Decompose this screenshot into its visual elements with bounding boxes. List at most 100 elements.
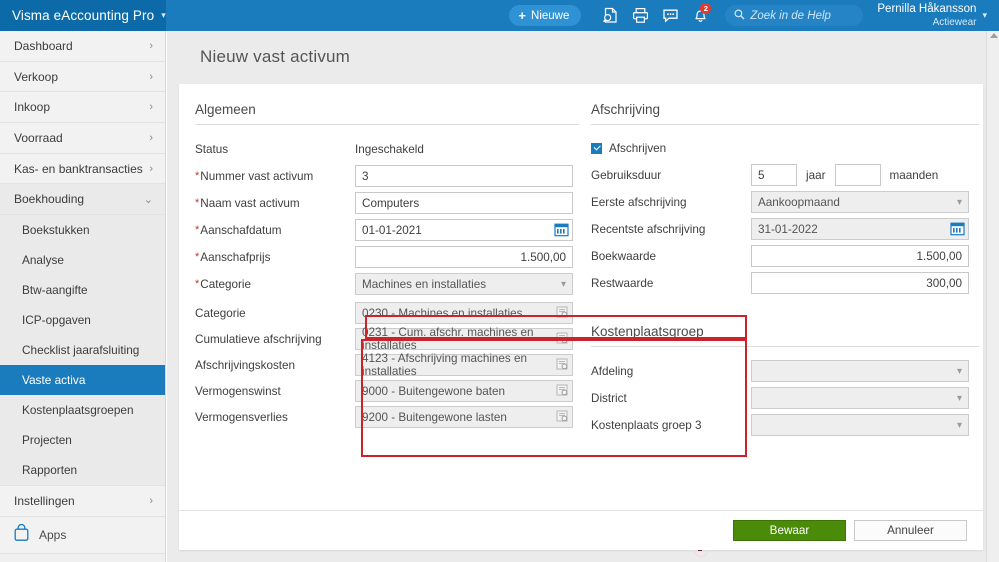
sidebar-item-voorraad[interactable]: Voorraad › (0, 123, 165, 154)
app-root: Visma eAccounting Pro ▾ + Nieuwe 2 Zoek … (0, 0, 999, 562)
account-label: Vermogenswinst (195, 384, 281, 398)
sidebar-item-label: Kas- en banktransacties (14, 161, 143, 176)
chevron-right-icon: › (149, 131, 153, 144)
plus-icon: + (518, 8, 527, 23)
account-label: Categorie (195, 306, 246, 320)
bookvalue-input[interactable]: 1.500,00 (751, 245, 969, 267)
chevron-down-icon[interactable]: ▾ (161, 10, 166, 21)
lifetime-months-unit: maanden (889, 168, 939, 182)
brand-label: Visma eAccounting Pro (12, 8, 155, 23)
sidebar-item-projecten[interactable]: Projecten (0, 425, 165, 456)
number-label: * Nummer vast activum (195, 170, 355, 183)
lifetime-years-input[interactable]: 5 (751, 164, 797, 186)
depreciate-checkbox[interactable] (591, 142, 602, 154)
scroll-up-arrow-icon[interactable] (990, 33, 998, 38)
sidebar-item-label: Voorraad (14, 130, 63, 145)
sidebar-item-label: ICP-opgaven (22, 313, 91, 328)
chevron-down-icon: ▾ (956, 419, 962, 431)
residual-input[interactable]: 300,00 (751, 272, 969, 294)
apps-bag-icon (13, 524, 30, 545)
sidebar-item-label: Boekstukken (22, 223, 90, 238)
new-button[interactable]: + Nieuwe (509, 5, 582, 26)
page-scrollbar[interactable] (986, 31, 999, 562)
help-search-placeholder: Zoek in de Help (750, 9, 831, 22)
chevron-right-icon: › (149, 494, 153, 507)
sidebar-item-inkoop[interactable]: Inkoop › (0, 92, 165, 124)
content-area: Nieuw vast activum Algemeen Status Inges… (167, 31, 999, 562)
sidebar-item-instellingen[interactable]: Instellingen › (0, 486, 165, 517)
district-select[interactable]: ▾ (751, 387, 969, 409)
sidebar-item-dashboard[interactable]: Dashboard › (0, 31, 165, 62)
highlight-box-categorie (365, 315, 747, 339)
kostenplaats-groep-3-select[interactable]: ▾ (751, 414, 969, 436)
sidebar-item-checklist-jaarafsluiting[interactable]: Checklist jaarafsluiting (0, 335, 165, 366)
lifetime-label: Gebruiksduur (591, 168, 662, 182)
page-title: Nieuw vast activum (200, 47, 351, 66)
chat-icon[interactable] (655, 0, 685, 31)
depreciate-checkbox-row[interactable]: Afschrijven (591, 138, 979, 158)
chevron-down-icon: ▾ (956, 365, 962, 377)
save-button[interactable]: Bewaar (733, 520, 846, 541)
sidebar-item-kostenplaatsgroepen[interactable]: Kostenplaatsgroepen (0, 395, 165, 426)
bell-icon[interactable]: 2 (685, 0, 715, 31)
user-menu[interactable]: Pernilla Håkansson Actiewear ▾ (877, 3, 991, 29)
chevron-down-icon: ▾ (956, 196, 962, 208)
calendar-icon[interactable] (554, 222, 569, 240)
first-depreciation-value: Aankoopmaand (758, 195, 840, 209)
name-label-text: Naam vast activum (200, 196, 300, 210)
sidebar-item-rapporten[interactable]: Rapporten (0, 455, 165, 486)
document-search-icon[interactable] (595, 0, 625, 31)
sidebar-item-boekstukken[interactable]: Boekstukken (0, 215, 165, 246)
latest-depreciation-input[interactable]: 31-01-2022 (751, 218, 969, 240)
account-label: Afschrijvingskosten (195, 358, 296, 372)
chevron-down-icon[interactable]: ▾ (982, 9, 987, 22)
sidebar-item-apps[interactable]: Apps (0, 516, 165, 554)
calendar-icon[interactable] (950, 221, 965, 239)
required-marker: * (195, 224, 200, 236)
status-label: Status (195, 142, 229, 156)
required-marker: * (195, 278, 200, 290)
brand-logo[interactable]: Visma eAccounting Pro ▾ (0, 0, 166, 31)
help-search-input[interactable]: Zoek in de Help (725, 5, 864, 26)
sidebar-item-kas-en-banktransacties[interactable]: Kas- en banktransacties › (0, 153, 165, 185)
sidebar-item-icp-opgaven[interactable]: ICP-opgaven (0, 305, 165, 336)
name-input[interactable]: Computers (355, 192, 573, 214)
row-lifetime: Gebruiksduur 5 jaar maanden (591, 164, 979, 186)
purchase-price-label-text: Aanschafprijs (200, 250, 271, 264)
purchase-price-value: 1.500,00 (520, 250, 567, 264)
sidebar-item-btw-aangifte[interactable]: Btw-aangifte (0, 275, 165, 306)
first-depreciation-label: Eerste afschrijving (591, 195, 687, 209)
sidebar-item-label: Boekhouding (14, 192, 85, 207)
lifetime-months-input[interactable] (834, 164, 881, 186)
first-depreciation-select[interactable]: Aankoopmaand ▾ (751, 191, 969, 213)
purchase-price-label: * Aanschafprijs (195, 251, 355, 264)
category-select[interactable]: Machines en installaties ▾ (355, 273, 573, 295)
sidebar-item-label: Kostenplaatsgroepen (22, 403, 134, 418)
required-marker: * (195, 197, 200, 209)
sidebar-item-label: Apps (39, 527, 67, 542)
afdeling-select[interactable]: ▾ (751, 360, 969, 382)
sidebar-item-vaste-activa[interactable]: Vaste activa (0, 365, 165, 396)
chevron-right-icon: › (149, 162, 153, 175)
cancel-button[interactable]: Annuleer (854, 520, 967, 541)
sidebar-item-analyse[interactable]: Analyse (0, 245, 165, 276)
purchase-date-label: * Aanschafdatum (195, 224, 355, 237)
lifetime-years-unit: jaar (806, 168, 826, 182)
cancel-button-label: Annuleer (887, 524, 934, 537)
sidebar-item-boekhouding[interactable]: Boekhouding ⌄ (0, 184, 165, 216)
residual-value: 300,00 (926, 276, 962, 290)
bookvalue-value: 1.500,00 (916, 249, 963, 263)
printer-icon[interactable] (625, 0, 655, 31)
purchase-price-input[interactable]: 1.500,00 (355, 246, 573, 268)
save-button-label: Bewaar (769, 524, 810, 537)
number-input[interactable]: 3 (355, 165, 573, 187)
top-bar: Visma eAccounting Pro ▾ + Nieuwe 2 Zoek … (0, 0, 999, 31)
required-marker: * (195, 251, 200, 263)
row-first-depreciation: Eerste afschrijving Aankoopmaand ▾ (591, 191, 979, 213)
purchase-date-input[interactable]: 01-01-2021 (355, 219, 573, 241)
row-name: * Naam vast activum Computers (195, 192, 579, 214)
bookvalue-label: Boekwaarde (591, 249, 656, 263)
sidebar-item-verkoop[interactable]: Verkoop › (0, 61, 165, 93)
search-icon (734, 9, 745, 23)
residual-label: Restwaarde (591, 276, 654, 290)
